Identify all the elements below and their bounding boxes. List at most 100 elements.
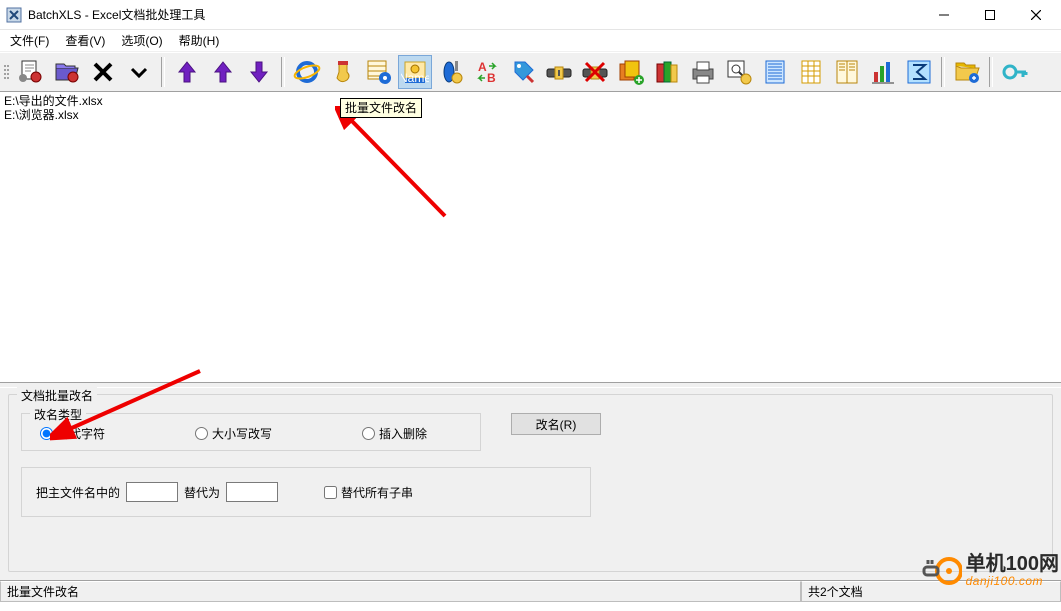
- annotation-arrow: [335, 106, 455, 226]
- menu-file[interactable]: 文件(F): [2, 30, 57, 51]
- printer-icon: [689, 58, 717, 86]
- watermark-logo-icon: [922, 551, 962, 591]
- tb-nav-down[interactable]: [122, 55, 156, 89]
- remove-icon: [89, 58, 117, 86]
- tb-move-up[interactable]: [170, 55, 204, 89]
- opt-insert[interactable]: 插入删除: [362, 425, 427, 442]
- menu-option[interactable]: 选项(O): [113, 30, 170, 51]
- toolbar-separator: [989, 57, 993, 87]
- attach-icon: [437, 58, 465, 86]
- status-bar: 批量文件改名 共2个文档: [0, 580, 1061, 602]
- opt-case-radio[interactable]: [195, 427, 208, 440]
- books-icon: [653, 58, 681, 86]
- minimize-button[interactable]: [921, 0, 967, 30]
- app-icon: [6, 7, 22, 23]
- tb-sigma[interactable]: [902, 55, 936, 89]
- toolbar: Name AB: [0, 52, 1061, 92]
- tb-panel-settings[interactable]: [362, 55, 396, 89]
- replace-group: 把主文件名中的 替代为 替代所有子串: [21, 467, 591, 517]
- search-settings-icon: [725, 58, 753, 86]
- tb-ie[interactable]: [290, 55, 324, 89]
- belt-delete-icon: [581, 58, 609, 86]
- rename-groupbox: 文档批量改名 改名类型 替代字符 大小写改写 插入删除 改名(R) 把主文件名中…: [8, 394, 1053, 572]
- tb-batch-rename[interactable]: Name: [398, 55, 432, 89]
- page-grid-icon: [797, 58, 825, 86]
- tb-key[interactable]: [998, 55, 1032, 89]
- type-title: 改名类型: [30, 406, 86, 423]
- svg-text:Name: Name: [401, 71, 429, 85]
- down-nav-icon: [125, 58, 153, 86]
- ie-icon: [293, 58, 321, 86]
- tb-page-blue[interactable]: [758, 55, 792, 89]
- tb-bar-chart[interactable]: [866, 55, 900, 89]
- tb-remove[interactable]: [86, 55, 120, 89]
- title-bar: BatchXLS - Excel文档批处理工具: [0, 0, 1061, 30]
- add-doc-icon: [17, 58, 45, 86]
- opt-replace-radio[interactable]: [40, 427, 53, 440]
- replace-all-checkbox[interactable]: [324, 486, 337, 499]
- tb-move-down[interactable]: [242, 55, 276, 89]
- tb-belt[interactable]: [542, 55, 576, 89]
- file-list[interactable]: E:\导出的文件.xlsx E:\浏览器.xlsx 批量文件改名: [0, 92, 1061, 383]
- tb-add-doc[interactable]: [14, 55, 48, 89]
- tb-attach[interactable]: [434, 55, 468, 89]
- tb-printer[interactable]: [686, 55, 720, 89]
- pages-icon: [833, 58, 861, 86]
- tb-move-up-alt[interactable]: [206, 55, 240, 89]
- down-arrow-icon: [245, 58, 273, 86]
- svg-text:A: A: [478, 60, 487, 74]
- tb-sheets[interactable]: [614, 55, 648, 89]
- watermark-name: 单机100网: [966, 554, 1059, 574]
- up-arrow-alt-icon: [209, 58, 237, 86]
- tb-books[interactable]: [650, 55, 684, 89]
- ab-replace-icon: AB: [473, 58, 501, 86]
- rename-button[interactable]: 改名(R): [511, 413, 601, 435]
- rename-type-group: 改名类型 替代字符 大小写改写 插入删除: [21, 413, 481, 451]
- bar-chart-icon: [869, 58, 897, 86]
- tb-ab-replace[interactable]: AB: [470, 55, 504, 89]
- group-title: 文档批量改名: [17, 387, 97, 404]
- panel-gear-icon: [365, 58, 393, 86]
- tb-sock[interactable]: [326, 55, 360, 89]
- opt-insert-radio[interactable]: [362, 427, 375, 440]
- menu-help[interactable]: 帮助(H): [171, 30, 228, 51]
- toolbar-separator: [281, 57, 285, 87]
- window-title: BatchXLS - Excel文档批处理工具: [28, 6, 205, 23]
- file-list-row[interactable]: E:\浏览器.xlsx: [4, 108, 1057, 122]
- toolbar-separator: [941, 57, 945, 87]
- rename-panel: 文档批量改名 改名类型 替代字符 大小写改写 插入删除 改名(R) 把主文件名中…: [0, 387, 1061, 580]
- close-icon: [1031, 10, 1041, 20]
- maximize-icon: [985, 10, 995, 20]
- maximize-button[interactable]: [967, 0, 1013, 30]
- watermark: 单机100网 danji100.com: [922, 551, 1059, 591]
- key-icon: [1001, 58, 1029, 86]
- belt-icon: [545, 58, 573, 86]
- sock-icon: [329, 58, 357, 86]
- tb-belt-delete[interactable]: [578, 55, 612, 89]
- watermark-url: danji100.com: [966, 574, 1059, 588]
- menu-view[interactable]: 查看(V): [57, 30, 113, 51]
- to-input[interactable]: [226, 482, 278, 502]
- minimize-icon: [939, 10, 949, 20]
- tb-tag[interactable]: [506, 55, 540, 89]
- toolbar-grip: [4, 56, 10, 88]
- tb-open-folder[interactable]: [950, 55, 984, 89]
- svg-text:B: B: [487, 71, 496, 85]
- close-button[interactable]: [1013, 0, 1059, 30]
- status-left: 批量文件改名: [0, 581, 801, 602]
- opt-replace[interactable]: 替代字符: [40, 425, 105, 442]
- menu-bar: 文件(F) 查看(V) 选项(O) 帮助(H): [0, 30, 1061, 52]
- find-input[interactable]: [126, 482, 178, 502]
- opt-case[interactable]: 大小写改写: [195, 425, 272, 442]
- replace-all-substrings[interactable]: 替代所有子串: [324, 484, 413, 501]
- file-list-row[interactable]: E:\导出的文件.xlsx: [4, 94, 1057, 108]
- tb-add-folder[interactable]: [50, 55, 84, 89]
- name-tag-icon: Name: [401, 58, 429, 86]
- sheets-icon: [617, 58, 645, 86]
- tb-page-grid[interactable]: [794, 55, 828, 89]
- tb-pages[interactable]: [830, 55, 864, 89]
- toolbar-tooltip: 批量文件改名: [340, 98, 422, 118]
- page-blue-icon: [761, 58, 789, 86]
- sigma-icon: [905, 58, 933, 86]
- tb-search-settings[interactable]: [722, 55, 756, 89]
